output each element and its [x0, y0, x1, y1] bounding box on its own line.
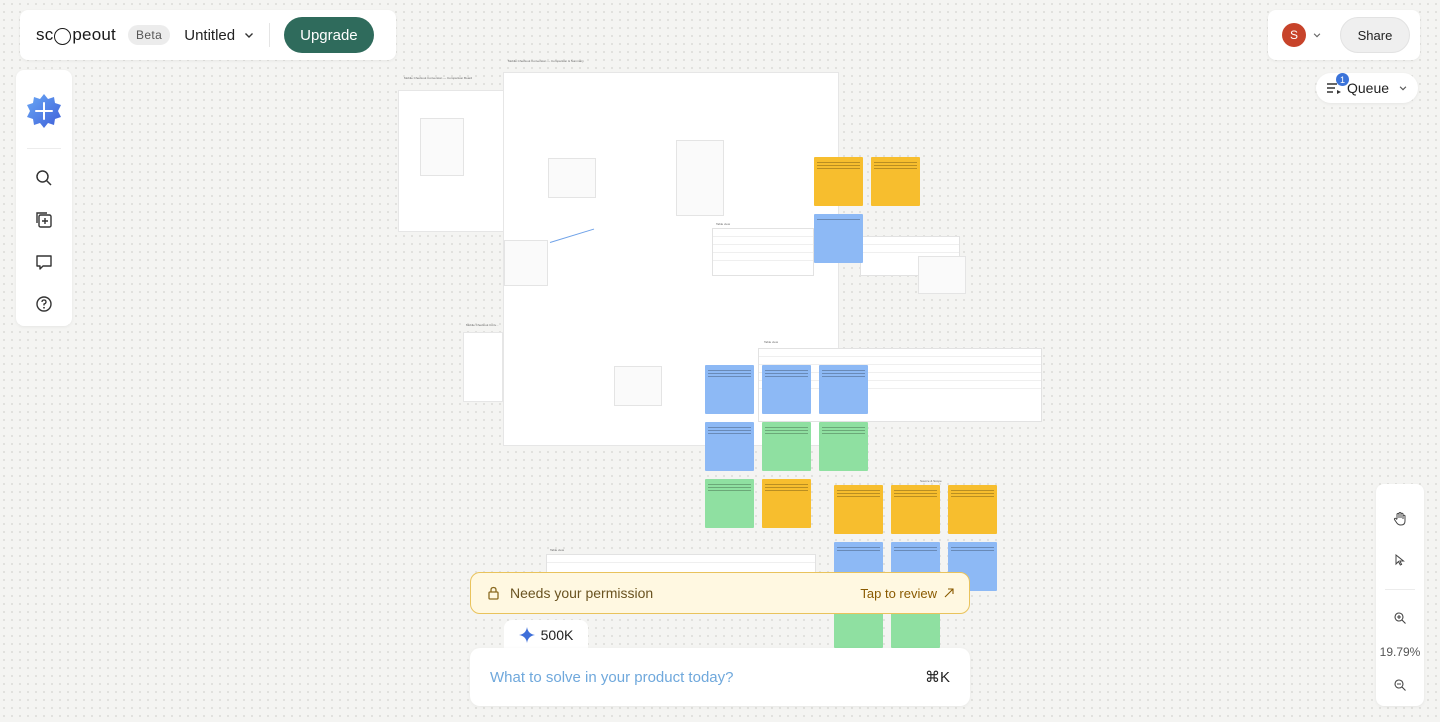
- queue-button[interactable]: 1 Queue: [1316, 73, 1418, 103]
- zoom-in-button[interactable]: [1384, 602, 1416, 633]
- small-frame-title: Mobile Checkout Conv...: [466, 323, 499, 327]
- board-frame: [398, 90, 504, 232]
- queue-label: Queue: [1347, 80, 1390, 96]
- comment-icon: [36, 255, 52, 270]
- table-view: [546, 554, 816, 574]
- arrow-up-right-icon: [944, 588, 954, 598]
- top-bar: sc peout Beta Untitled Upgrade: [20, 10, 396, 60]
- divider: [269, 23, 271, 47]
- doc-title: Untitled: [184, 26, 236, 44]
- search-button[interactable]: [28, 162, 60, 194]
- permission-banner[interactable]: Needs your permission Tap to review: [470, 572, 970, 614]
- table-title: Table view: [716, 222, 731, 226]
- sticky-note: [762, 365, 811, 414]
- sticky-note: [705, 422, 754, 471]
- credits-tab[interactable]: 500K: [504, 620, 588, 650]
- table-view: [758, 348, 1042, 422]
- prompt-box: ⌘K: [470, 648, 970, 706]
- add-frame-button[interactable]: [28, 204, 60, 236]
- sticky-note: [814, 157, 863, 206]
- prompt-input[interactable]: [490, 668, 925, 686]
- sticky-note: [819, 365, 868, 414]
- doc-card: [420, 118, 464, 176]
- logo-ring-icon: [54, 27, 72, 45]
- sticky-note: [948, 485, 997, 534]
- source-title: Source & Scope: [920, 479, 942, 483]
- sparkle-icon: [518, 627, 535, 643]
- upgrade-button[interactable]: Upgrade: [284, 17, 374, 53]
- hand-tool-button[interactable]: [1384, 503, 1416, 534]
- chevron-down-icon[interactable]: [1312, 30, 1322, 40]
- table-title: Table view: [764, 340, 779, 344]
- sticky-note: [834, 485, 883, 534]
- logo-text-left: sc: [36, 25, 54, 44]
- shortcut-hint: ⌘K: [924, 669, 950, 686]
- search-icon: [36, 170, 52, 186]
- sticky-note: [819, 422, 868, 471]
- zoom-level[interactable]: 19.79%: [1380, 645, 1421, 659]
- credits-value: 500K: [540, 627, 574, 643]
- main-frame-title: Mobile Checkout Conversion — Comparison …: [508, 59, 584, 63]
- sticky-note: [891, 485, 940, 534]
- zoom-toolbar: 19.79%: [1376, 484, 1424, 706]
- zoom-out-button[interactable]: [1384, 670, 1416, 701]
- divider: [27, 148, 61, 149]
- select-tool-button[interactable]: [1384, 544, 1416, 575]
- sticky-note: [762, 422, 811, 471]
- small-frame: [463, 332, 503, 402]
- doc-title-dropdown[interactable]: Untitled: [184, 27, 255, 44]
- table-title: Table view: [550, 548, 565, 552]
- table-view: [860, 236, 960, 276]
- app-logo[interactable]: sc peout: [36, 25, 116, 45]
- image-node: [504, 240, 548, 286]
- add-frame-icon: [36, 212, 52, 228]
- add-button[interactable]: [24, 91, 64, 131]
- help-icon: [36, 296, 52, 312]
- zoom-out-icon: [1394, 679, 1406, 692]
- board-frame-title: Mobile Checkout Conversion — Comparison …: [404, 76, 473, 80]
- beta-badge: Beta: [127, 25, 171, 45]
- sticky-note: [814, 214, 863, 263]
- add-icon: [27, 94, 61, 128]
- note-card: [918, 256, 966, 294]
- share-button[interactable]: Share: [1340, 17, 1410, 53]
- chevron-down-icon: [245, 33, 254, 38]
- share-panel: S Share: [1268, 10, 1420, 60]
- comment-button[interactable]: [28, 246, 60, 278]
- permission-text: Needs your permission: [510, 585, 654, 601]
- node-card: [548, 158, 596, 198]
- logo-text-right: peout: [72, 25, 116, 44]
- zoom-in-icon: [1394, 612, 1406, 624]
- note-card: [614, 366, 662, 406]
- sticky-note: [705, 479, 754, 528]
- help-button[interactable]: [28, 288, 60, 320]
- review-label: Tap to review: [860, 585, 937, 601]
- sticky-note: [705, 365, 754, 414]
- chevron-down-icon: [1399, 86, 1407, 91]
- avatar[interactable]: S: [1282, 23, 1306, 47]
- review-link[interactable]: Tap to review: [860, 586, 955, 601]
- divider: [1385, 588, 1415, 590]
- node-card: [676, 140, 724, 216]
- main-frame: [503, 72, 839, 446]
- cursor-icon: [1395, 553, 1405, 566]
- connector: [549, 228, 595, 243]
- left-toolbar: [16, 70, 72, 326]
- hand-icon: [1393, 511, 1406, 526]
- lock-icon: [488, 586, 499, 600]
- table-view: [712, 228, 814, 276]
- sticky-note: [762, 479, 811, 528]
- queue-count-badge: 1: [1336, 73, 1349, 86]
- sticky-note: [871, 157, 920, 206]
